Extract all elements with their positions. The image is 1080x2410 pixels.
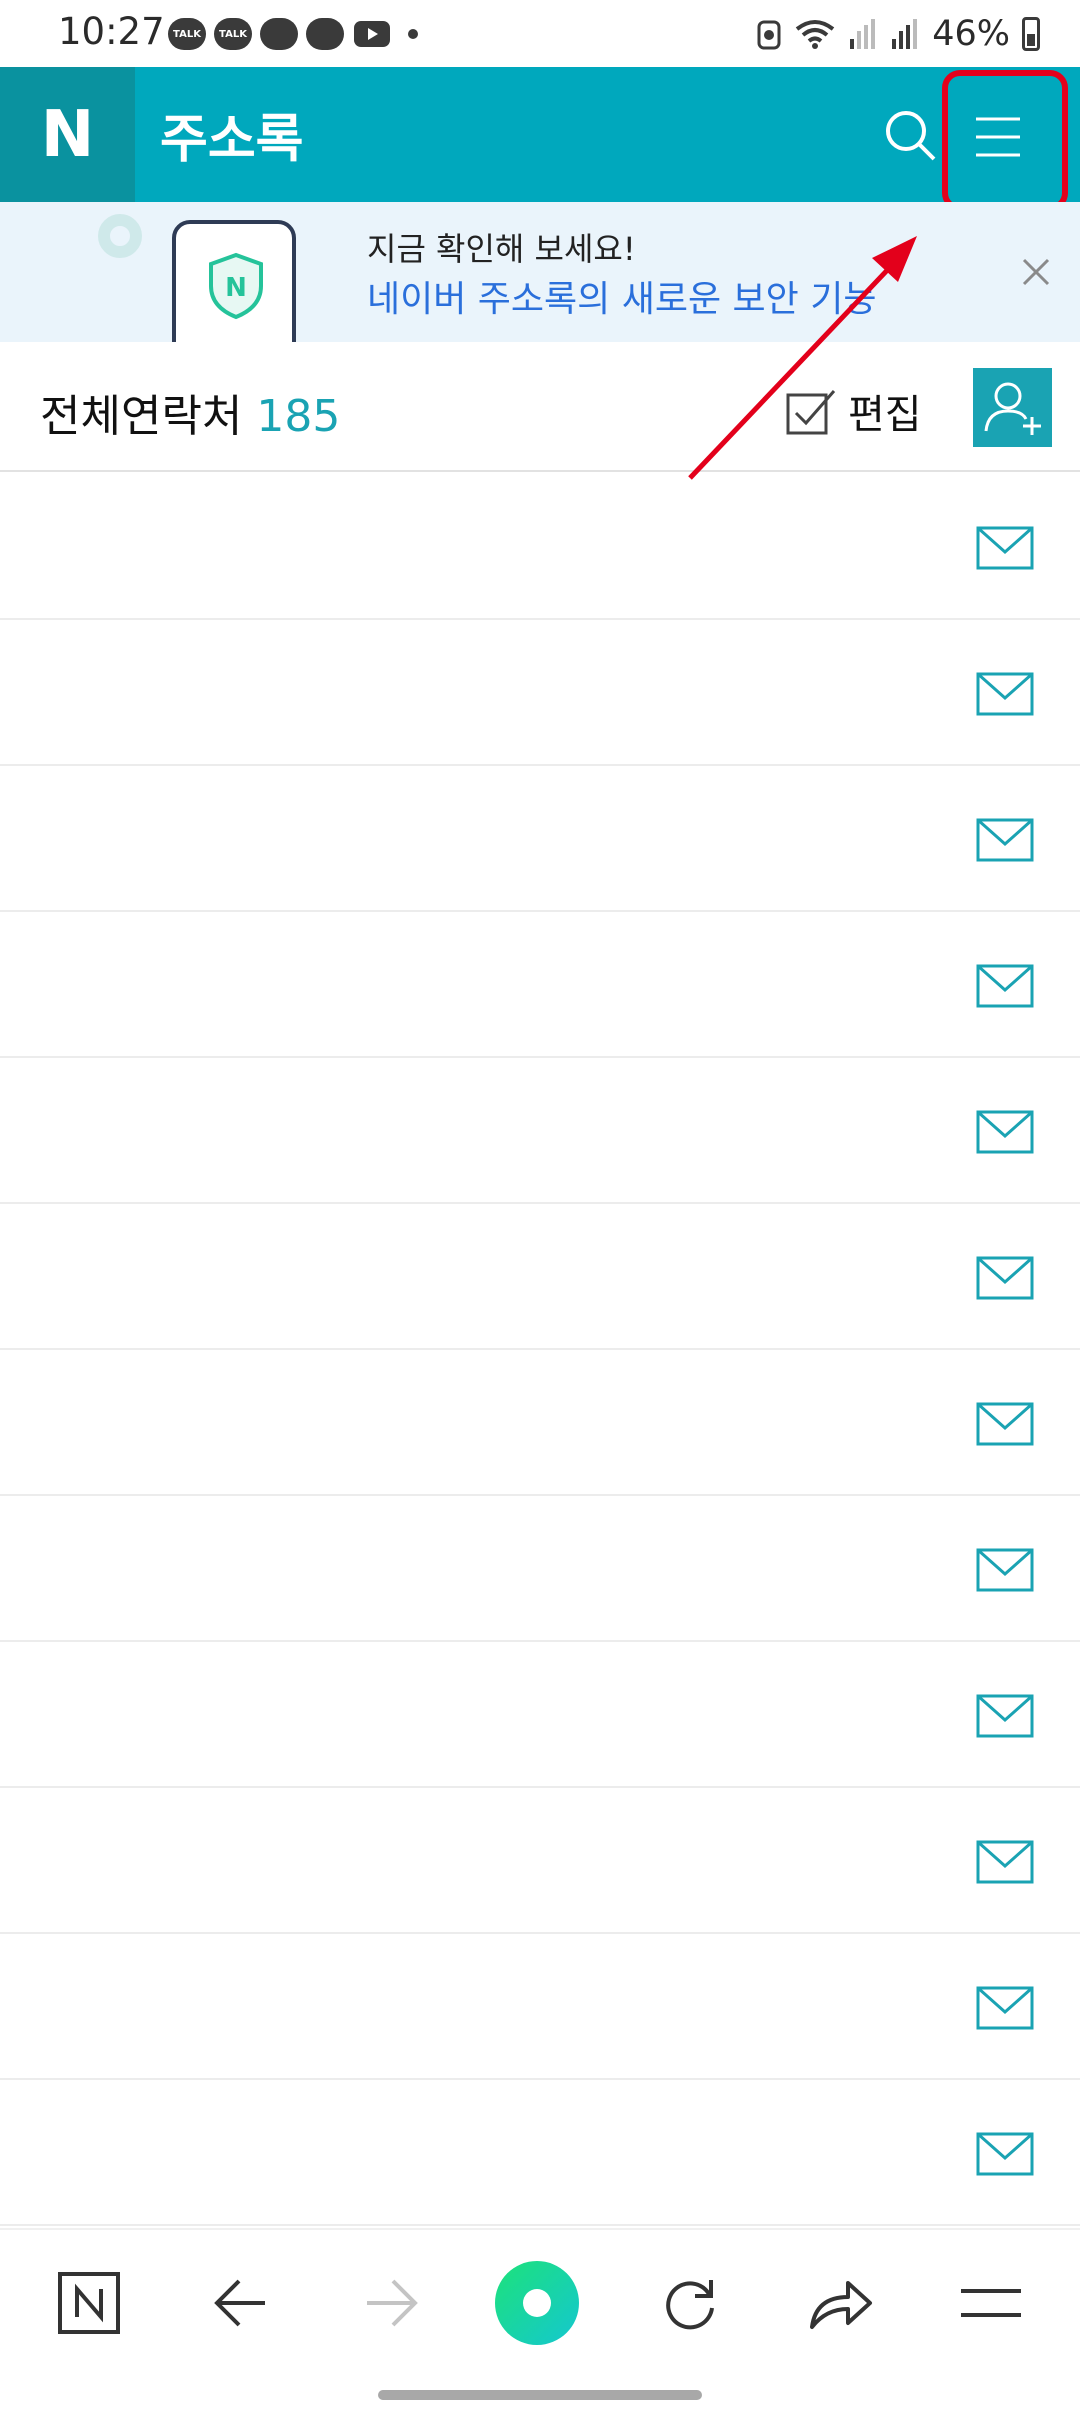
all-contacts-text: 전체연락처 (40, 391, 243, 442)
mail-icon[interactable] (976, 818, 1034, 862)
mail-icon[interactable] (976, 1840, 1034, 1884)
refresh-icon[interactable] (655, 2268, 725, 2338)
all-contacts-label: 전체연락처 185 (40, 380, 340, 444)
phone-illustration: N (172, 220, 296, 342)
share-icon[interactable] (806, 2268, 876, 2338)
signal-icon (892, 19, 918, 49)
contact-row[interactable] (0, 912, 1080, 1058)
banner-headline: 지금 확인해 보세요! (367, 230, 636, 268)
contact-row[interactable] (0, 1642, 1080, 1788)
shield-icon: N (209, 252, 263, 320)
svg-text:N: N (225, 273, 247, 303)
wifi-icon (795, 20, 835, 49)
decorative-circle-icon (98, 214, 142, 258)
signal-r-icon (850, 19, 876, 49)
contact-row[interactable] (0, 1350, 1080, 1496)
contacts-count: 185 (256, 391, 341, 442)
back-icon[interactable] (206, 2268, 276, 2338)
mail-icon[interactable] (976, 1110, 1034, 1154)
battery-icon (1022, 17, 1040, 51)
browser-toolbar (0, 2228, 1080, 2410)
naver-logo[interactable]: N (0, 67, 135, 202)
kakaotalk-notification-icon: TALK (214, 18, 252, 50)
mail-icon[interactable] (976, 964, 1034, 1008)
naver-logo-letter: N (40, 97, 95, 172)
security-banner[interactable]: N 지금 확인해 보세요! 네이버 주소록의 새로운 보안 기능 (0, 202, 1080, 342)
contact-row[interactable] (0, 2080, 1080, 2226)
chat-notification-icon (260, 18, 298, 50)
contact-row[interactable] (0, 1934, 1080, 2080)
edit-label: 편집 (848, 392, 922, 438)
forward-icon[interactable] (356, 2268, 426, 2338)
kakaotalk-notification-icon: TALK (168, 18, 206, 50)
edit-button[interactable]: 편집 (786, 382, 922, 440)
status-time: 10:27 (58, 10, 165, 53)
battery-percent: 46% (932, 14, 1010, 54)
more-notifications-dot-icon (408, 29, 418, 39)
mail-icon[interactable] (976, 1256, 1034, 1300)
youtube-notification-icon (354, 21, 390, 47)
contact-list (0, 474, 1080, 2226)
search-icon[interactable] (880, 105, 940, 165)
mail-icon[interactable] (976, 1402, 1034, 1446)
contact-row[interactable] (0, 620, 1080, 766)
add-contact-button[interactable] (973, 368, 1052, 447)
checkbox-edit-icon (786, 390, 836, 435)
close-icon[interactable] (1018, 254, 1054, 290)
recycle-icon (757, 20, 781, 50)
naver-home-icon[interactable] (54, 2268, 124, 2338)
contact-row[interactable] (0, 1204, 1080, 1350)
contact-row[interactable] (0, 1496, 1080, 1642)
page-title: 주소록 (160, 110, 304, 170)
mail-icon[interactable] (976, 1986, 1034, 2030)
banner-subheadline: 네이버 주소록의 새로운 보안 기능 (367, 279, 877, 320)
add-user-icon (984, 382, 1041, 435)
mail-icon[interactable] (976, 526, 1034, 570)
mail-icon[interactable] (976, 672, 1034, 716)
green-dot-icon[interactable] (492, 2258, 582, 2348)
status-bar: 10:27 TALK TALK 46% (0, 0, 1080, 68)
mail-icon[interactable] (976, 2132, 1034, 2176)
contact-row[interactable] (0, 1058, 1080, 1204)
contact-row[interactable] (0, 474, 1080, 620)
contacts-summary: 전체연락처 185 편집 (0, 342, 1080, 472)
game-notification-icon (306, 18, 344, 50)
notification-icons: TALK TALK (168, 18, 418, 50)
home-indicator (378, 2390, 702, 2400)
status-right: 46% (756, 14, 1040, 54)
contact-row[interactable] (0, 766, 1080, 912)
contact-row[interactable] (0, 1788, 1080, 1934)
mail-icon[interactable] (976, 1694, 1034, 1738)
menu-icon[interactable] (956, 2268, 1026, 2338)
menu-highlight-box (942, 70, 1068, 211)
app-header: N 주소록 (0, 67, 1080, 202)
mail-icon[interactable] (976, 1548, 1034, 1592)
